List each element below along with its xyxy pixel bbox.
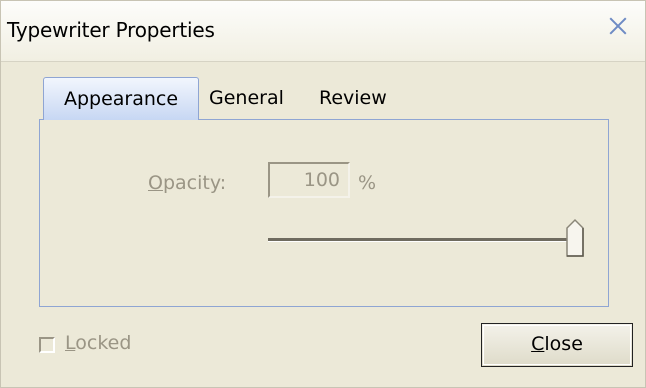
close-icon[interactable] bbox=[605, 13, 631, 39]
locked-label-rest: ocked bbox=[75, 332, 132, 354]
close-button-mnemonic: C bbox=[531, 333, 545, 355]
opacity-label-rest: pacity: bbox=[162, 172, 227, 194]
locked-label-mnemonic: L bbox=[65, 332, 76, 354]
title-bar: Typewriter Properties bbox=[1, 1, 645, 62]
locked-checkbox-box[interactable] bbox=[39, 337, 55, 353]
appearance-panel: Opacity: % bbox=[39, 119, 609, 307]
window-title: Typewriter Properties bbox=[7, 18, 215, 42]
opacity-label-mnemonic: O bbox=[148, 172, 163, 194]
tab-appearance[interactable]: Appearance bbox=[43, 77, 199, 120]
typewriter-properties-dialog: Typewriter Properties Appearance General… bbox=[0, 0, 646, 388]
opacity-label: Opacity: bbox=[148, 172, 226, 194]
opacity-slider-thumb[interactable] bbox=[564, 218, 586, 258]
locked-label: Locked bbox=[65, 332, 131, 354]
opacity-unit: % bbox=[358, 172, 377, 194]
close-button[interactable]: Close bbox=[481, 323, 633, 367]
opacity-input[interactable] bbox=[268, 162, 350, 198]
tab-general[interactable]: General bbox=[209, 77, 284, 119]
opacity-slider-track[interactable] bbox=[268, 238, 578, 242]
close-button-label-rest: lose bbox=[544, 333, 583, 355]
tab-review-history[interactable]: Review History bbox=[319, 77, 387, 151]
